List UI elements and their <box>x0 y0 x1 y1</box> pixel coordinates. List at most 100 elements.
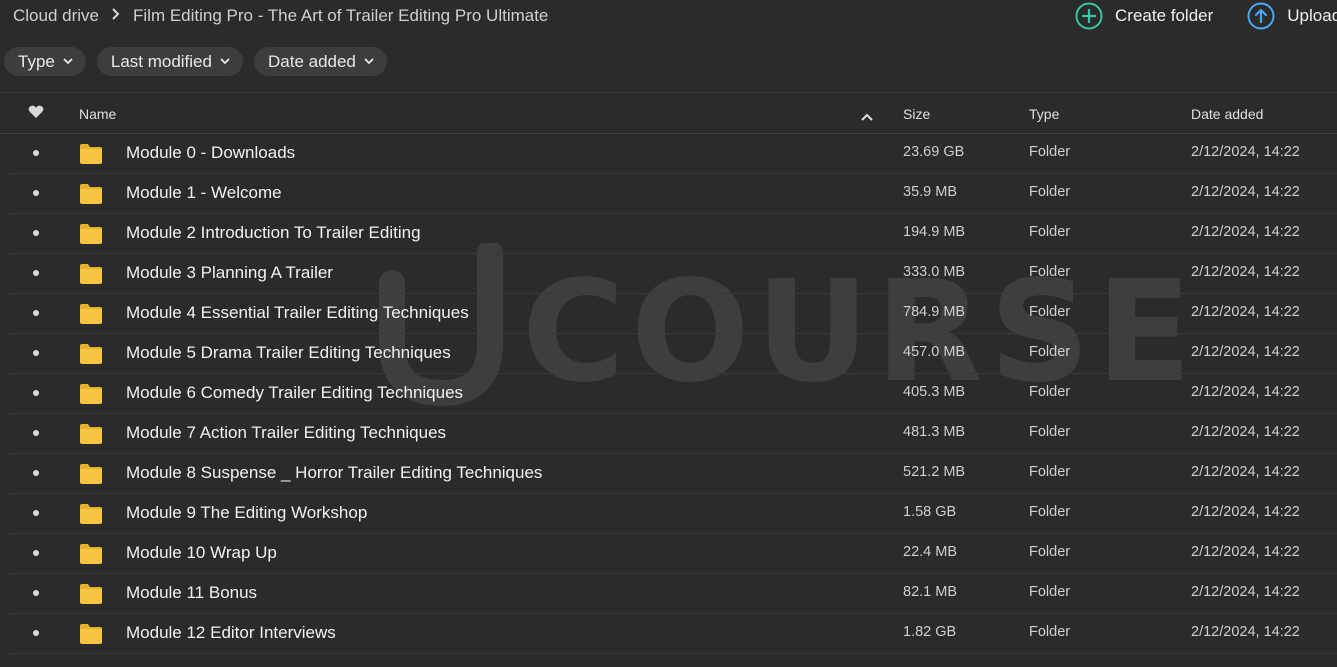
row-date-added: 2/12/2024, 14:22 <box>1191 144 1300 160</box>
row-type: Folder <box>1029 504 1071 520</box>
row-name: Module 7 Action Trailer Editing Techniqu… <box>126 423 447 442</box>
row-date-added: 2/12/2024, 14:22 <box>1191 544 1300 560</box>
filter-type[interactable]: Type <box>4 47 86 76</box>
upload-label: Upload <box>1287 6 1337 25</box>
row-name: Module 4 Essential Trailer Editing Techn… <box>126 303 469 322</box>
folder-icon <box>79 183 103 210</box>
table-row[interactable]: Module 2 Introduction To Trailer Editing… <box>10 214 1337 254</box>
heart-icon[interactable] <box>28 105 44 122</box>
row-name: Module 12 Editor Interviews <box>126 623 336 642</box>
folder-icon <box>79 223 103 250</box>
table-row[interactable]: Module 5 Drama Trailer Editing Technique… <box>10 334 1337 374</box>
column-header-size[interactable]: Size <box>903 106 930 122</box>
table-row[interactable]: Module 6 Comedy Trailer Editing Techniqu… <box>10 374 1337 414</box>
row-type: Folder <box>1029 544 1071 560</box>
folder-icon <box>79 583 103 610</box>
bullet-icon <box>33 550 39 556</box>
row-size: 22.4 MB <box>903 544 957 560</box>
row-size: 784.9 MB <box>903 304 966 320</box>
folder-icon <box>79 623 103 650</box>
row-size: 405.3 MB <box>903 384 966 400</box>
plus-circle-icon <box>1075 2 1103 30</box>
row-name: Module 9 The Editing Workshop <box>126 503 368 522</box>
table-row[interactable]: Module 9 The Editing Workshop 1.58 GB Fo… <box>10 494 1337 534</box>
row-size: 1.58 GB <box>903 504 957 520</box>
row-date-added: 2/12/2024, 14:22 <box>1191 224 1300 240</box>
top-bar: Cloud drive Film Editing Pro - The Art o… <box>0 0 1337 34</box>
row-type: Folder <box>1029 264 1071 280</box>
table-header: Name Size Type Date added <box>0 92 1337 134</box>
create-folder-button[interactable]: Create folder <box>1075 2 1213 30</box>
row-size: 35.9 MB <box>903 184 957 200</box>
bullet-icon <box>33 470 39 476</box>
row-type: Folder <box>1029 424 1071 440</box>
row-name: Module 5 Drama Trailer Editing Technique… <box>126 343 451 362</box>
table-row[interactable]: Module 3 Planning A Trailer 333.0 MB Fol… <box>10 254 1337 294</box>
row-name: Module 0 - Downloads <box>126 143 296 162</box>
row-date-added: 2/12/2024, 14:22 <box>1191 384 1300 400</box>
column-header-type[interactable]: Type <box>1029 106 1059 122</box>
row-date-added: 2/12/2024, 14:22 <box>1191 504 1300 520</box>
filter-last-modified[interactable]: Last modified <box>96 47 243 76</box>
breadcrumb-root[interactable]: Cloud drive <box>13 6 99 26</box>
table-row[interactable]: Module 4 Essential Trailer Editing Techn… <box>10 294 1337 334</box>
folder-icon <box>79 543 103 570</box>
table-row[interactable]: Module 12 Editor Interviews 1.82 GB Fold… <box>10 614 1337 654</box>
row-name: Module 1 - Welcome <box>126 183 282 202</box>
cloud-drive-page: COURSE Cloud drive Film Editing Pro - Th… <box>0 0 1337 667</box>
bullet-icon <box>33 350 39 356</box>
folder-icon <box>79 383 103 410</box>
bullet-icon <box>33 310 39 316</box>
filter-date-added-label: Date added <box>267 51 356 71</box>
filter-type-label: Type <box>18 51 55 71</box>
column-header-name[interactable]: Name <box>79 106 116 122</box>
chevron-down-icon <box>63 58 73 65</box>
table-row[interactable]: Module 7 Action Trailer Editing Techniqu… <box>10 414 1337 454</box>
row-name: Module 11 Bonus <box>126 583 258 602</box>
chevron-down-icon <box>364 58 374 65</box>
table-row[interactable]: Module 10 Wrap Up 22.4 MB Folder 2/12/20… <box>10 534 1337 574</box>
row-name: Module 8 Suspense _ Horror Trailer Editi… <box>126 463 543 482</box>
bullet-icon <box>33 190 39 196</box>
row-size: 194.9 MB <box>903 224 966 240</box>
bullet-icon <box>33 390 39 396</box>
table-row[interactable]: Module 1 - Welcome 35.9 MB Folder 2/12/2… <box>10 174 1337 214</box>
folder-icon <box>79 263 103 290</box>
bullet-icon <box>33 590 39 596</box>
table-row[interactable]: Module 0 - Downloads 23.69 GB Folder 2/1… <box>10 134 1337 174</box>
row-date-added: 2/12/2024, 14:22 <box>1191 464 1300 480</box>
row-type: Folder <box>1029 624 1071 640</box>
table-row[interactable]: Module 8 Suspense _ Horror Trailer Editi… <box>10 454 1337 494</box>
table-body: Module 0 - Downloads 23.69 GB Folder 2/1… <box>0 134 1337 654</box>
folder-icon <box>79 423 103 450</box>
row-date-added: 2/12/2024, 14:22 <box>1191 624 1300 640</box>
row-name: Module 2 Introduction To Trailer Editing <box>126 223 421 242</box>
upload-button[interactable]: Upload <box>1247 2 1337 30</box>
row-type: Folder <box>1029 184 1071 200</box>
chevron-down-icon <box>220 58 230 65</box>
row-date-added: 2/12/2024, 14:22 <box>1191 304 1300 320</box>
table-row[interactable]: Module 11 Bonus 82.1 MB Folder 2/12/2024… <box>10 574 1337 614</box>
chevron-up-icon[interactable] <box>861 108 873 124</box>
arrow-up-circle-icon <box>1247 2 1275 30</box>
bullet-icon <box>33 510 39 516</box>
bullet-icon <box>33 230 39 236</box>
bullet-icon <box>33 630 39 636</box>
filter-bar: Type Last modified Date added <box>4 47 398 76</box>
row-size: 521.2 MB <box>903 464 966 480</box>
row-size: 333.0 MB <box>903 264 966 280</box>
bullet-icon <box>33 430 39 436</box>
folder-icon <box>79 143 103 170</box>
folder-icon <box>79 503 103 530</box>
toolbar-actions: Create folder Upload <box>1075 2 1337 30</box>
row-date-added: 2/12/2024, 14:22 <box>1191 184 1300 200</box>
row-type: Folder <box>1029 344 1071 360</box>
row-type: Folder <box>1029 304 1071 320</box>
row-date-added: 2/12/2024, 14:22 <box>1191 344 1300 360</box>
row-size: 481.3 MB <box>903 424 966 440</box>
row-type: Folder <box>1029 584 1071 600</box>
filter-date-added[interactable]: Date added <box>253 47 387 76</box>
bullet-icon <box>33 150 39 156</box>
column-header-date-added[interactable]: Date added <box>1191 106 1263 122</box>
row-size: 1.82 GB <box>903 624 957 640</box>
